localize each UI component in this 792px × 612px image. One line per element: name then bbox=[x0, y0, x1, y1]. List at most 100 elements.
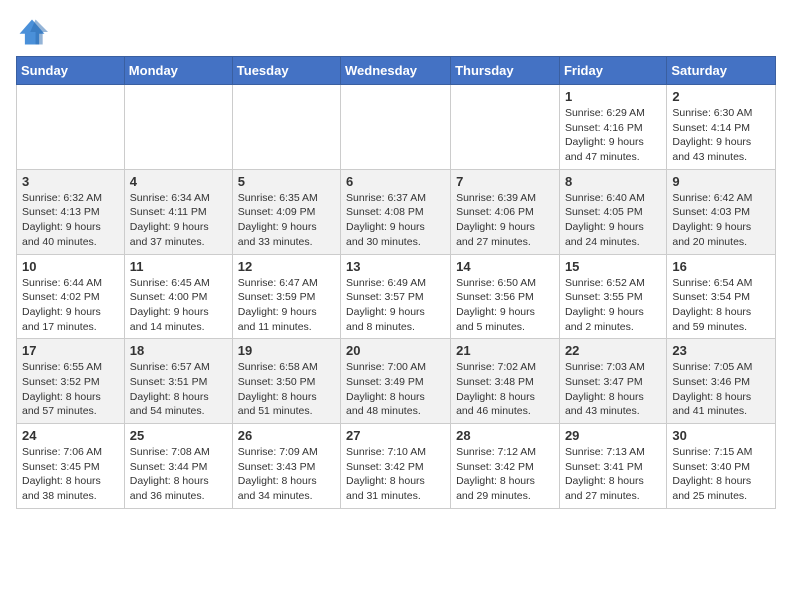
calendar-cell: 2 Sunrise: 6:30 AM Sunset: 4:14 PM Daylig… bbox=[667, 85, 776, 170]
day-number: 22 bbox=[565, 343, 661, 358]
day-info: Sunrise: 6:58 AM Sunset: 3:50 PM Dayligh… bbox=[238, 360, 335, 419]
day-number: 16 bbox=[672, 259, 770, 274]
calendar-cell: 24 Sunrise: 7:06 AM Sunset: 3:45 PM Dayli… bbox=[17, 424, 125, 509]
day-info: Sunrise: 6:42 AM Sunset: 4:03 PM Dayligh… bbox=[672, 191, 770, 250]
day-info: Sunrise: 7:13 AM Sunset: 3:41 PM Dayligh… bbox=[565, 445, 661, 504]
day-info: Sunrise: 6:47 AM Sunset: 3:59 PM Dayligh… bbox=[238, 276, 335, 335]
calendar-cell: 12 Sunrise: 6:47 AM Sunset: 3:59 PM Dayli… bbox=[232, 254, 340, 339]
day-number: 29 bbox=[565, 428, 661, 443]
day-info: Sunrise: 7:05 AM Sunset: 3:46 PM Dayligh… bbox=[672, 360, 770, 419]
calendar-cell: 22 Sunrise: 7:03 AM Sunset: 3:47 PM Dayli… bbox=[559, 339, 666, 424]
day-info: Sunrise: 7:10 AM Sunset: 3:42 PM Dayligh… bbox=[346, 445, 445, 504]
day-number: 30 bbox=[672, 428, 770, 443]
day-number: 25 bbox=[130, 428, 227, 443]
calendar-cell: 28Sunrise: 7:12 AM Sunset: 3:42 PM Dayli… bbox=[451, 424, 560, 509]
calendar-cell: 23 Sunrise: 7:05 AM Sunset: 3:46 PM Dayli… bbox=[667, 339, 776, 424]
day-number: 13 bbox=[346, 259, 445, 274]
day-info: Sunrise: 6:49 AM Sunset: 3:57 PM Dayligh… bbox=[346, 276, 445, 335]
day-number: 8 bbox=[565, 174, 661, 189]
day-number: 7 bbox=[456, 174, 554, 189]
weekday-header-saturday: Saturday bbox=[667, 57, 776, 85]
day-info: Sunrise: 6:30 AM Sunset: 4:14 PM Dayligh… bbox=[672, 106, 770, 165]
calendar-cell: 17 Sunrise: 6:55 AM Sunset: 3:52 PM Dayli… bbox=[17, 339, 125, 424]
calendar-cell: 7 Sunrise: 6:39 AM Sunset: 4:06 PM Daylig… bbox=[451, 169, 560, 254]
day-info: Sunrise: 6:55 AM Sunset: 3:52 PM Dayligh… bbox=[22, 360, 119, 419]
day-number: 1 bbox=[565, 89, 661, 104]
day-number: 18 bbox=[130, 343, 227, 358]
calendar-cell: 6 Sunrise: 6:37 AM Sunset: 4:08 PM Daylig… bbox=[341, 169, 451, 254]
calendar-cell: 30 Sunrise: 7:15 AM Sunset: 3:40 PM Dayli… bbox=[667, 424, 776, 509]
weekday-header-tuesday: Tuesday bbox=[232, 57, 340, 85]
calendar-cell: 26 Sunrise: 7:09 AM Sunset: 3:43 PM Dayli… bbox=[232, 424, 340, 509]
day-number: 14 bbox=[456, 259, 554, 274]
logo bbox=[16, 16, 52, 48]
day-number: 5 bbox=[238, 174, 335, 189]
day-info: Sunrise: 6:37 AM Sunset: 4:08 PM Dayligh… bbox=[346, 191, 445, 250]
calendar-cell: 1 Sunrise: 6:29 AM Sunset: 4:16 PM Daylig… bbox=[559, 85, 666, 170]
calendar-cell: 14 Sunrise: 6:50 AM Sunset: 3:56 PM Dayli… bbox=[451, 254, 560, 339]
calendar-cell: 15Sunrise: 6:52 AM Sunset: 3:55 PM Dayli… bbox=[559, 254, 666, 339]
weekday-header-sunday: Sunday bbox=[17, 57, 125, 85]
weekday-header-thursday: Thursday bbox=[451, 57, 560, 85]
day-number: 27 bbox=[346, 428, 445, 443]
calendar-cell: 8Sunrise: 6:40 AM Sunset: 4:05 PM Daylig… bbox=[559, 169, 666, 254]
day-number: 2 bbox=[672, 89, 770, 104]
day-info: Sunrise: 7:02 AM Sunset: 3:48 PM Dayligh… bbox=[456, 360, 554, 419]
day-info: Sunrise: 6:32 AM Sunset: 4:13 PM Dayligh… bbox=[22, 191, 119, 250]
day-number: 23 bbox=[672, 343, 770, 358]
weekday-header-row: SundayMondayTuesdayWednesdayThursdayFrid… bbox=[17, 57, 776, 85]
calendar-cell bbox=[341, 85, 451, 170]
day-info: Sunrise: 7:08 AM Sunset: 3:44 PM Dayligh… bbox=[130, 445, 227, 504]
week-row-4: 17 Sunrise: 6:55 AM Sunset: 3:52 PM Dayli… bbox=[17, 339, 776, 424]
logo-icon bbox=[16, 16, 48, 48]
weekday-header-wednesday: Wednesday bbox=[341, 57, 451, 85]
calendar-cell bbox=[17, 85, 125, 170]
day-info: Sunrise: 6:50 AM Sunset: 3:56 PM Dayligh… bbox=[456, 276, 554, 335]
weekday-header-monday: Monday bbox=[124, 57, 232, 85]
week-row-5: 24 Sunrise: 7:06 AM Sunset: 3:45 PM Dayli… bbox=[17, 424, 776, 509]
day-info: Sunrise: 7:12 AM Sunset: 3:42 PM Dayligh… bbox=[456, 445, 554, 504]
calendar-cell: 18 Sunrise: 6:57 AM Sunset: 3:51 PM Dayli… bbox=[124, 339, 232, 424]
day-number: 21 bbox=[456, 343, 554, 358]
day-info: Sunrise: 7:09 AM Sunset: 3:43 PM Dayligh… bbox=[238, 445, 335, 504]
day-number: 4 bbox=[130, 174, 227, 189]
calendar-cell: 25 Sunrise: 7:08 AM Sunset: 3:44 PM Dayli… bbox=[124, 424, 232, 509]
day-number: 12 bbox=[238, 259, 335, 274]
calendar-cell: 29 Sunrise: 7:13 AM Sunset: 3:41 PM Dayli… bbox=[559, 424, 666, 509]
day-number: 26 bbox=[238, 428, 335, 443]
day-info: Sunrise: 6:45 AM Sunset: 4:00 PM Dayligh… bbox=[130, 276, 227, 335]
day-number: 19 bbox=[238, 343, 335, 358]
day-info: Sunrise: 6:29 AM Sunset: 4:16 PM Dayligh… bbox=[565, 106, 661, 165]
day-info: Sunrise: 7:15 AM Sunset: 3:40 PM Dayligh… bbox=[672, 445, 770, 504]
day-number: 10 bbox=[22, 259, 119, 274]
day-number: 15 bbox=[565, 259, 661, 274]
week-row-1: 1 Sunrise: 6:29 AM Sunset: 4:16 PM Daylig… bbox=[17, 85, 776, 170]
calendar-cell: 10 Sunrise: 6:44 AM Sunset: 4:02 PM Dayli… bbox=[17, 254, 125, 339]
calendar-cell: 11 Sunrise: 6:45 AM Sunset: 4:00 PM Dayli… bbox=[124, 254, 232, 339]
day-info: Sunrise: 7:06 AM Sunset: 3:45 PM Dayligh… bbox=[22, 445, 119, 504]
day-info: Sunrise: 6:34 AM Sunset: 4:11 PM Dayligh… bbox=[130, 191, 227, 250]
weekday-header-friday: Friday bbox=[559, 57, 666, 85]
calendar-cell: 5 Sunrise: 6:35 AM Sunset: 4:09 PM Daylig… bbox=[232, 169, 340, 254]
day-info: Sunrise: 7:00 AM Sunset: 3:49 PM Dayligh… bbox=[346, 360, 445, 419]
day-info: Sunrise: 6:35 AM Sunset: 4:09 PM Dayligh… bbox=[238, 191, 335, 250]
calendar-cell: 3 Sunrise: 6:32 AM Sunset: 4:13 PM Daylig… bbox=[17, 169, 125, 254]
calendar-cell: 21 Sunrise: 7:02 AM Sunset: 3:48 PM Dayli… bbox=[451, 339, 560, 424]
day-number: 3 bbox=[22, 174, 119, 189]
day-number: 9 bbox=[672, 174, 770, 189]
day-number: 20 bbox=[346, 343, 445, 358]
week-row-3: 10 Sunrise: 6:44 AM Sunset: 4:02 PM Dayli… bbox=[17, 254, 776, 339]
day-info: Sunrise: 6:57 AM Sunset: 3:51 PM Dayligh… bbox=[130, 360, 227, 419]
day-info: Sunrise: 6:39 AM Sunset: 4:06 PM Dayligh… bbox=[456, 191, 554, 250]
calendar-cell bbox=[124, 85, 232, 170]
day-number: 6 bbox=[346, 174, 445, 189]
day-info: Sunrise: 7:03 AM Sunset: 3:47 PM Dayligh… bbox=[565, 360, 661, 419]
day-number: 24 bbox=[22, 428, 119, 443]
day-info: Sunrise: 6:44 AM Sunset: 4:02 PM Dayligh… bbox=[22, 276, 119, 335]
week-row-2: 3 Sunrise: 6:32 AM Sunset: 4:13 PM Daylig… bbox=[17, 169, 776, 254]
calendar-cell: 4 Sunrise: 6:34 AM Sunset: 4:11 PM Daylig… bbox=[124, 169, 232, 254]
calendar-cell: 9 Sunrise: 6:42 AM Sunset: 4:03 PM Daylig… bbox=[667, 169, 776, 254]
day-number: 17 bbox=[22, 343, 119, 358]
day-number: 11 bbox=[130, 259, 227, 274]
calendar-cell bbox=[232, 85, 340, 170]
